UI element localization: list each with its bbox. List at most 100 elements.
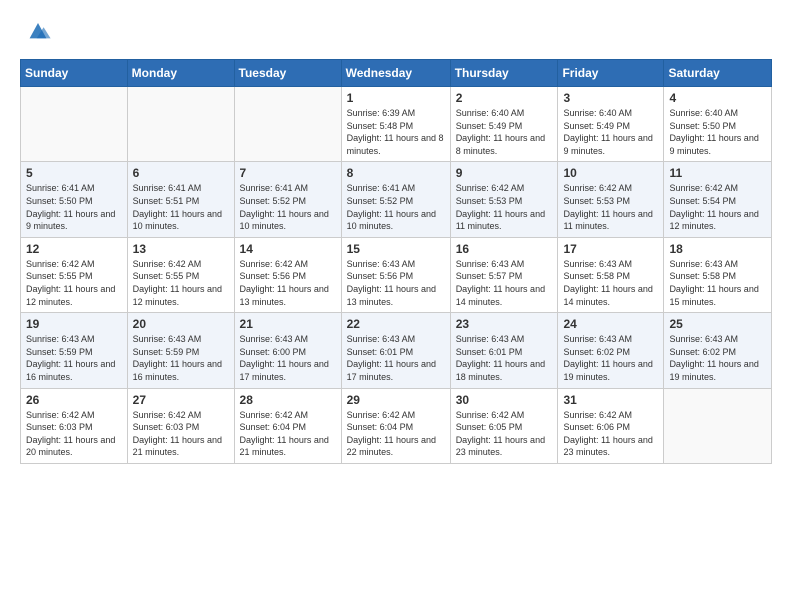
day-number: 21 xyxy=(240,317,336,331)
day-number: 6 xyxy=(133,166,229,180)
day-number: 15 xyxy=(347,242,445,256)
weekday-header-row: SundayMondayTuesdayWednesdayThursdayFrid… xyxy=(21,60,772,87)
day-number: 2 xyxy=(456,91,553,105)
day-info: Sunrise: 6:43 AMSunset: 5:59 PMDaylight:… xyxy=(26,333,122,383)
calendar-cell: 12 Sunrise: 6:42 AMSunset: 5:55 PMDayligh… xyxy=(21,237,128,312)
day-info: Sunrise: 6:41 AMSunset: 5:52 PMDaylight:… xyxy=(240,182,336,232)
logo xyxy=(20,16,52,49)
weekday-header-saturday: Saturday xyxy=(664,60,772,87)
calendar-cell: 13 Sunrise: 6:42 AMSunset: 5:55 PMDayligh… xyxy=(127,237,234,312)
day-number: 31 xyxy=(563,393,658,407)
day-info: Sunrise: 6:42 AMSunset: 6:04 PMDaylight:… xyxy=(240,409,336,459)
day-info: Sunrise: 6:43 AMSunset: 5:57 PMDaylight:… xyxy=(456,258,553,308)
day-info: Sunrise: 6:42 AMSunset: 5:54 PMDaylight:… xyxy=(669,182,766,232)
calendar-cell: 17 Sunrise: 6:43 AMSunset: 5:58 PMDayligh… xyxy=(558,237,664,312)
calendar-cell: 1 Sunrise: 6:39 AMSunset: 5:48 PMDaylight… xyxy=(341,87,450,162)
day-info: Sunrise: 6:43 AMSunset: 6:00 PMDaylight:… xyxy=(240,333,336,383)
week-row-2: 5 Sunrise: 6:41 AMSunset: 5:50 PMDaylight… xyxy=(21,162,772,237)
calendar-table: SundayMondayTuesdayWednesdayThursdayFrid… xyxy=(20,59,772,464)
day-number: 9 xyxy=(456,166,553,180)
week-row-1: 1 Sunrise: 6:39 AMSunset: 5:48 PMDaylight… xyxy=(21,87,772,162)
calendar-cell xyxy=(234,87,341,162)
day-number: 18 xyxy=(669,242,766,256)
day-info: Sunrise: 6:42 AMSunset: 6:05 PMDaylight:… xyxy=(456,409,553,459)
day-number: 4 xyxy=(669,91,766,105)
day-number: 3 xyxy=(563,91,658,105)
day-info: Sunrise: 6:40 AMSunset: 5:49 PMDaylight:… xyxy=(563,107,658,157)
week-row-5: 26 Sunrise: 6:42 AMSunset: 6:03 PMDayligh… xyxy=(21,388,772,463)
weekday-header-friday: Friday xyxy=(558,60,664,87)
calendar-cell: 6 Sunrise: 6:41 AMSunset: 5:51 PMDaylight… xyxy=(127,162,234,237)
day-info: Sunrise: 6:41 AMSunset: 5:50 PMDaylight:… xyxy=(26,182,122,232)
day-number: 17 xyxy=(563,242,658,256)
day-number: 1 xyxy=(347,91,445,105)
day-info: Sunrise: 6:43 AMSunset: 6:01 PMDaylight:… xyxy=(347,333,445,383)
week-row-3: 12 Sunrise: 6:42 AMSunset: 5:55 PMDayligh… xyxy=(21,237,772,312)
day-info: Sunrise: 6:42 AMSunset: 5:56 PMDaylight:… xyxy=(240,258,336,308)
day-info: Sunrise: 6:41 AMSunset: 5:51 PMDaylight:… xyxy=(133,182,229,232)
page: SundayMondayTuesdayWednesdayThursdayFrid… xyxy=(0,0,792,612)
calendar-cell: 16Sunrise: 6:43 AMSunset: 5:57 PMDayligh… xyxy=(450,237,558,312)
day-number: 14 xyxy=(240,242,336,256)
day-info: Sunrise: 6:42 AMSunset: 5:55 PMDaylight:… xyxy=(26,258,122,308)
day-number: 7 xyxy=(240,166,336,180)
calendar-cell: 5 Sunrise: 6:41 AMSunset: 5:50 PMDaylight… xyxy=(21,162,128,237)
day-number: 23 xyxy=(456,317,553,331)
day-number: 26 xyxy=(26,393,122,407)
weekday-header-wednesday: Wednesday xyxy=(341,60,450,87)
day-info: Sunrise: 6:42 AMSunset: 6:03 PMDaylight:… xyxy=(133,409,229,459)
day-info: Sunrise: 6:40 AMSunset: 5:50 PMDaylight:… xyxy=(669,107,766,157)
calendar-cell: 2 Sunrise: 6:40 AMSunset: 5:49 PMDaylight… xyxy=(450,87,558,162)
day-info: Sunrise: 6:43 AMSunset: 5:58 PMDaylight:… xyxy=(563,258,658,308)
day-number: 5 xyxy=(26,166,122,180)
calendar-cell: 11 Sunrise: 6:42 AMSunset: 5:54 PMDayligh… xyxy=(664,162,772,237)
day-number: 12 xyxy=(26,242,122,256)
weekday-header-monday: Monday xyxy=(127,60,234,87)
calendar-cell: 22 Sunrise: 6:43 AMSunset: 6:01 PMDayligh… xyxy=(341,313,450,388)
calendar-cell: 30 Sunrise: 6:42 AMSunset: 6:05 PMDayligh… xyxy=(450,388,558,463)
weekday-header-tuesday: Tuesday xyxy=(234,60,341,87)
day-info: Sunrise: 6:39 AMSunset: 5:48 PMDaylight:… xyxy=(347,107,445,157)
day-number: 11 xyxy=(669,166,766,180)
calendar-cell: 28 Sunrise: 6:42 AMSunset: 6:04 PMDayligh… xyxy=(234,388,341,463)
day-info: Sunrise: 6:43 AMSunset: 5:59 PMDaylight:… xyxy=(133,333,229,383)
day-number: 13 xyxy=(133,242,229,256)
calendar-cell: 23 Sunrise: 6:43 AMSunset: 6:01 PMDayligh… xyxy=(450,313,558,388)
day-number: 22 xyxy=(347,317,445,331)
day-number: 10 xyxy=(563,166,658,180)
calendar-cell: 20 Sunrise: 6:43 AMSunset: 5:59 PMDayligh… xyxy=(127,313,234,388)
day-number: 30 xyxy=(456,393,553,407)
calendar-cell: 25Sunrise: 6:43 AMSunset: 6:02 PMDayligh… xyxy=(664,313,772,388)
day-number: 27 xyxy=(133,393,229,407)
day-info: Sunrise: 6:43 AMSunset: 6:02 PMDaylight:… xyxy=(563,333,658,383)
day-info: Sunrise: 6:43 AMSunset: 5:56 PMDaylight:… xyxy=(347,258,445,308)
day-info: Sunrise: 6:40 AMSunset: 5:49 PMDaylight:… xyxy=(456,107,553,157)
day-info: Sunrise: 6:42 AMSunset: 5:53 PMDaylight:… xyxy=(563,182,658,232)
day-number: 19 xyxy=(26,317,122,331)
calendar-cell: 26 Sunrise: 6:42 AMSunset: 6:03 PMDayligh… xyxy=(21,388,128,463)
calendar-cell: 24 Sunrise: 6:43 AMSunset: 6:02 PMDayligh… xyxy=(558,313,664,388)
calendar-cell: 27 Sunrise: 6:42 AMSunset: 6:03 PMDayligh… xyxy=(127,388,234,463)
day-info: Sunrise: 6:43 AMSunset: 5:58 PMDaylight:… xyxy=(669,258,766,308)
day-number: 20 xyxy=(133,317,229,331)
calendar-cell: 10 Sunrise: 6:42 AMSunset: 5:53 PMDayligh… xyxy=(558,162,664,237)
calendar-cell: 31 Sunrise: 6:42 AMSunset: 6:06 PMDayligh… xyxy=(558,388,664,463)
calendar-cell xyxy=(21,87,128,162)
day-info: Sunrise: 6:42 AMSunset: 5:55 PMDaylight:… xyxy=(133,258,229,308)
day-number: 29 xyxy=(347,393,445,407)
calendar-cell: 14 Sunrise: 6:42 AMSunset: 5:56 PMDayligh… xyxy=(234,237,341,312)
header xyxy=(20,16,772,49)
day-number: 24 xyxy=(563,317,658,331)
day-info: Sunrise: 6:41 AMSunset: 5:52 PMDaylight:… xyxy=(347,182,445,232)
weekday-header-thursday: Thursday xyxy=(450,60,558,87)
calendar-cell: 4 Sunrise: 6:40 AMSunset: 5:50 PMDaylight… xyxy=(664,87,772,162)
day-info: Sunrise: 6:43 AMSunset: 6:02 PMDaylight:… xyxy=(669,333,766,383)
calendar-cell: 21 Sunrise: 6:43 AMSunset: 6:00 PMDayligh… xyxy=(234,313,341,388)
day-info: Sunrise: 6:42 AMSunset: 5:53 PMDaylight:… xyxy=(456,182,553,232)
day-number: 28 xyxy=(240,393,336,407)
calendar-cell: 8Sunrise: 6:41 AMSunset: 5:52 PMDaylight… xyxy=(341,162,450,237)
calendar-cell xyxy=(664,388,772,463)
day-info: Sunrise: 6:43 AMSunset: 6:01 PMDaylight:… xyxy=(456,333,553,383)
day-info: Sunrise: 6:42 AMSunset: 6:03 PMDaylight:… xyxy=(26,409,122,459)
day-info: Sunrise: 6:42 AMSunset: 6:06 PMDaylight:… xyxy=(563,409,658,459)
